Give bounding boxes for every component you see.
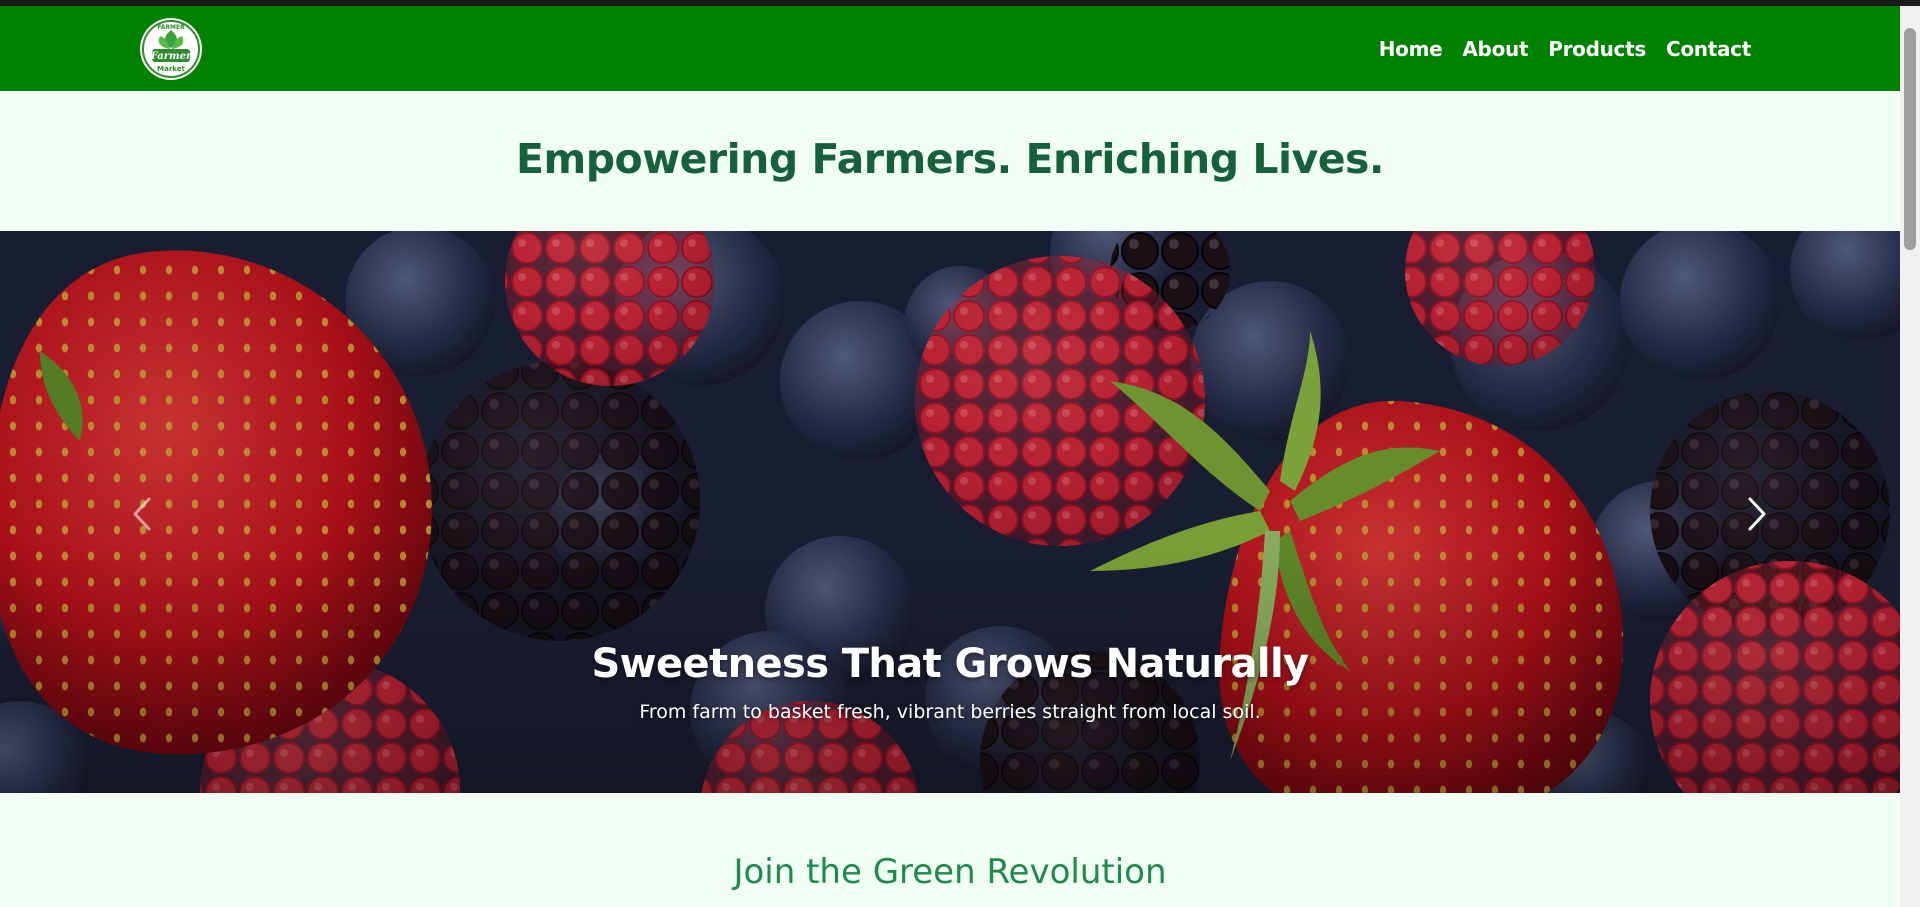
nav-link-contact[interactable]: Contact bbox=[1666, 37, 1751, 61]
carousel-prev-button[interactable] bbox=[122, 489, 162, 539]
carousel-slide-title: Sweetness That Grows Naturally bbox=[591, 641, 1309, 687]
chevron-left-icon bbox=[133, 497, 151, 531]
chevron-right-icon bbox=[1748, 497, 1766, 531]
leaf-icon: FARMER Farmer Market bbox=[142, 20, 200, 78]
page-scrollbar[interactable] bbox=[1900, 6, 1920, 907]
nav-link-products[interactable]: Products bbox=[1548, 37, 1646, 61]
logo-text-main: Farmer bbox=[150, 51, 192, 62]
logo-text-bottom: Market bbox=[157, 65, 185, 73]
hero-carousel[interactable]: Sweetness That Grows Naturally From farm… bbox=[0, 231, 1900, 793]
hero-band: Empowering Farmers. Enriching Lives. bbox=[0, 91, 1900, 231]
nav-link-home[interactable]: Home bbox=[1379, 37, 1443, 61]
logo-text-top: FARMER bbox=[157, 24, 185, 31]
page-headline: Empowering Farmers. Enriching Lives. bbox=[515, 135, 1385, 183]
carousel-next-button[interactable] bbox=[1737, 489, 1777, 539]
nav-link-about[interactable]: About bbox=[1462, 37, 1528, 61]
carousel-slide-text: From farm to basket fresh, vibrant berri… bbox=[639, 701, 1261, 723]
carousel-caption: Sweetness That Grows Naturally From farm… bbox=[0, 641, 1900, 723]
navbar: FARMER Farmer Market Home About Products… bbox=[0, 6, 1900, 91]
logo[interactable]: FARMER Farmer Market bbox=[140, 18, 202, 80]
nav-links: Home About Products Contact bbox=[1379, 6, 1752, 91]
scrollbar-thumb[interactable] bbox=[1904, 28, 1916, 250]
section-title: Join the Green Revolution bbox=[733, 852, 1167, 892]
